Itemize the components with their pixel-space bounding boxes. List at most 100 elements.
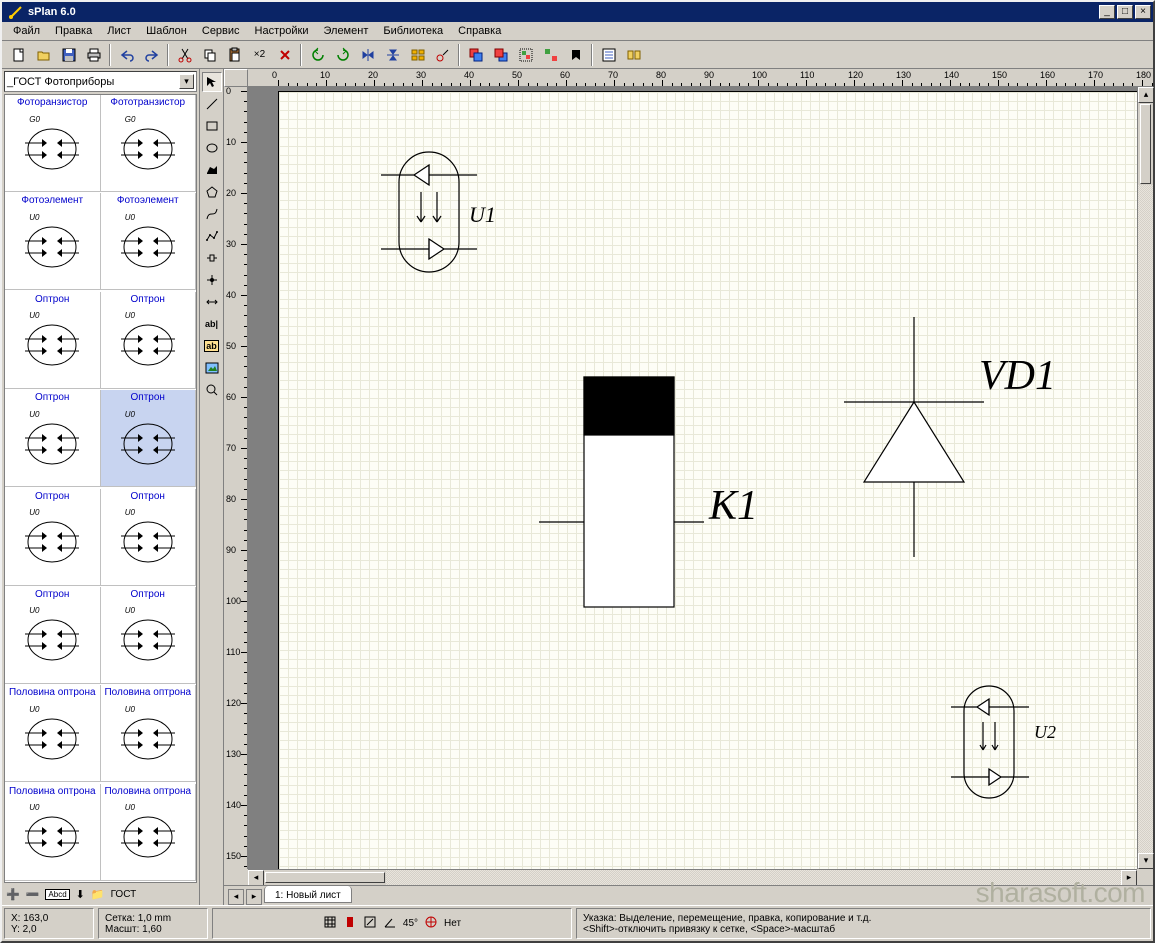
delete-button[interactable] xyxy=(273,44,296,66)
menu-service[interactable]: Сервис xyxy=(195,23,247,39)
components-button[interactable] xyxy=(622,44,645,66)
horizontal-scrollbar[interactable]: ◂ ▸ xyxy=(248,869,1137,885)
library-cell-symbol: G0 xyxy=(103,110,194,189)
library-cell-symbol: U0 xyxy=(103,504,194,583)
app-icon xyxy=(8,4,24,20)
paste-button[interactable] xyxy=(223,44,246,66)
dimension-tool[interactable] xyxy=(202,292,222,312)
print-button[interactable] xyxy=(82,44,105,66)
redo-button[interactable] xyxy=(140,44,163,66)
plus-icon[interactable]: ➕ xyxy=(6,888,20,901)
tab-prev-button[interactable]: ◂ xyxy=(228,889,244,905)
ortho-icon[interactable] xyxy=(363,915,377,932)
library-cell[interactable]: ФотоэлементU0 xyxy=(101,193,197,290)
grid-icon[interactable] xyxy=(323,915,337,932)
rotate-left-button[interactable] xyxy=(306,44,329,66)
library-cell-symbol: U0 xyxy=(7,700,98,779)
polygon-tool[interactable] xyxy=(202,182,222,202)
open-button[interactable] xyxy=(32,44,55,66)
ungroup-button[interactable] xyxy=(539,44,562,66)
library-cell[interactable]: Половина оптронаU0 xyxy=(101,784,197,881)
zoom-tool[interactable] xyxy=(202,380,222,400)
special-tool[interactable] xyxy=(202,248,222,268)
library-cell[interactable]: ОптронU0 xyxy=(5,390,101,487)
menu-element[interactable]: Элемент xyxy=(316,23,375,39)
library-cell[interactable]: Половина оптронаU0 xyxy=(5,784,101,881)
close-button[interactable]: × xyxy=(1135,5,1151,19)
arrow-down-icon[interactable]: ⬇ xyxy=(76,888,85,901)
find-button[interactable] xyxy=(564,44,587,66)
library-cell[interactable]: ОптронU0 xyxy=(101,390,197,487)
minimize-button[interactable]: _ xyxy=(1099,5,1115,19)
textbox-tool[interactable]: ab xyxy=(202,336,222,356)
pointer-tool[interactable] xyxy=(202,72,222,92)
snap-mode-icon[interactable] xyxy=(424,915,438,932)
snap-button[interactable] xyxy=(431,44,454,66)
bezier-tool[interactable] xyxy=(202,204,222,224)
menu-library[interactable]: Библиотека xyxy=(376,23,450,39)
library-select[interactable]: _ГОСТ Фотоприборы ▾ xyxy=(4,71,197,92)
library-cell[interactable]: ОптронU0 xyxy=(101,489,197,586)
status-coord-y: Y: 2,0 xyxy=(11,924,87,935)
menu-bar: Файл Правка Лист Шаблон Сервис Настройки… xyxy=(2,22,1153,41)
menu-help[interactable]: Справка xyxy=(451,23,508,39)
duplicate-button[interactable]: ×2 xyxy=(248,44,271,66)
menu-edit[interactable]: Правка xyxy=(48,23,99,39)
vertical-scrollbar[interactable]: ▴ ▾ xyxy=(1137,87,1153,869)
image-tool[interactable] xyxy=(202,358,222,378)
vertical-ruler: 0102030405060708090100110120130140150160 xyxy=(224,87,248,869)
undo-button[interactable] xyxy=(115,44,138,66)
library-cell[interactable]: Половина оптронаU0 xyxy=(101,685,197,782)
library-cell[interactable]: ОптронU0 xyxy=(101,587,197,684)
library-cell[interactable]: ФоторанзисторG0 xyxy=(5,95,101,192)
line-tool[interactable] xyxy=(202,94,222,114)
label-icon[interactable]: Abcd xyxy=(45,889,69,900)
cut-button[interactable] xyxy=(173,44,196,66)
library-cell[interactable]: ОптронU0 xyxy=(5,292,101,389)
rect-tool[interactable] xyxy=(202,116,222,136)
library-cell[interactable]: ФотоэлементU0 xyxy=(5,193,101,290)
library-cell-symbol: U0 xyxy=(7,307,98,386)
obj-snap-icon[interactable] xyxy=(343,915,357,932)
chevron-down-icon[interactable]: ▾ xyxy=(179,74,194,89)
circle-tool[interactable] xyxy=(202,138,222,158)
new-button[interactable] xyxy=(7,44,30,66)
library-grid: ФоторанзисторG0ФототранзисторG0Фотоэлеме… xyxy=(4,94,197,883)
group-button[interactable] xyxy=(514,44,537,66)
rotate-right-button[interactable] xyxy=(331,44,354,66)
sheet-tab-bar: ◂ ▸ 1: Новый лист xyxy=(224,885,1153,905)
library-cell[interactable]: ОптронU0 xyxy=(5,489,101,586)
minus-icon[interactable]: ➖ xyxy=(26,888,40,901)
to-back-button[interactable] xyxy=(489,44,512,66)
save-button[interactable] xyxy=(57,44,80,66)
mirror-h-button[interactable] xyxy=(356,44,379,66)
library-cell[interactable]: ФототранзисторG0 xyxy=(101,95,197,192)
to-front-button[interactable] xyxy=(464,44,487,66)
copy-button[interactable] xyxy=(198,44,221,66)
sheet-tab[interactable]: 1: Новый лист xyxy=(264,886,352,903)
library-cell-title: Фотоэлемент xyxy=(103,195,194,206)
angle-icon[interactable] xyxy=(383,915,397,932)
list-button[interactable] xyxy=(597,44,620,66)
library-cell[interactable]: Половина оптрона U0 xyxy=(5,685,101,782)
poly-fill-tool[interactable] xyxy=(202,160,222,180)
text-tool[interactable]: ab| xyxy=(202,314,222,334)
paper[interactable]: U1 K1 xyxy=(278,91,1137,869)
canvas[interactable]: U1 K1 xyxy=(248,87,1137,869)
menu-file[interactable]: Файл xyxy=(6,23,47,39)
library-cell-title: Половина оптрона xyxy=(7,687,98,698)
mirror-v-button[interactable] xyxy=(381,44,404,66)
menu-sheet[interactable]: Лист xyxy=(100,23,138,39)
library-cell[interactable]: ОптронU0 xyxy=(101,292,197,389)
node-tool[interactable] xyxy=(202,270,222,290)
menu-template[interactable]: Шаблон xyxy=(139,23,194,39)
tab-next-button[interactable]: ▸ xyxy=(246,889,262,905)
folder-icon[interactable]: 📁 xyxy=(91,888,105,901)
align-button[interactable] xyxy=(406,44,429,66)
status-hint2: <Shift>-отключить привязку к сетке, <Spa… xyxy=(583,924,1144,935)
maximize-button[interactable]: □ xyxy=(1117,5,1133,19)
menu-settings[interactable]: Настройки xyxy=(248,23,316,39)
library-cell-symbol: U0 xyxy=(103,307,194,386)
polyline-tool[interactable] xyxy=(202,226,222,246)
library-cell[interactable]: ОптронU0 xyxy=(5,587,101,684)
